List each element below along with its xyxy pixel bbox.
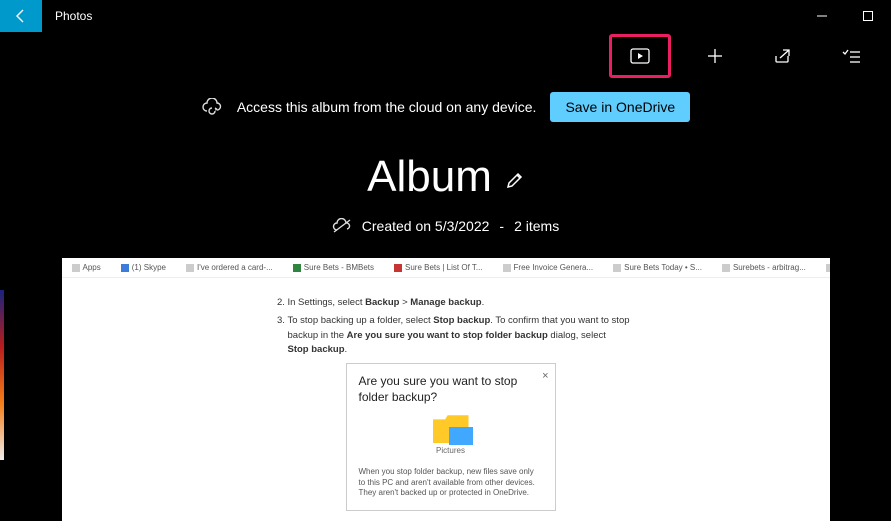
doc-content: In Settings, select Backup > Manage back… (62, 278, 830, 521)
slideshow-button[interactable] (609, 34, 671, 78)
album-title: Album (367, 152, 492, 202)
app-title: Photos (55, 9, 92, 23)
pictures-folder-icon (433, 415, 469, 443)
toolbar (0, 32, 891, 80)
bookmarks-bar: Apps (1) Skype I've ordered a card-... S… (62, 258, 830, 278)
window-controls (799, 0, 891, 32)
title-bar: Photos (0, 0, 891, 32)
share-icon (774, 48, 792, 64)
side-sliver (0, 290, 4, 460)
save-onedrive-button[interactable]: Save in OneDrive (550, 92, 690, 122)
plus-icon (707, 48, 723, 64)
minimize-button[interactable] (799, 0, 845, 32)
folder-label: Pictures (359, 445, 543, 457)
album-meta: Created on 5/3/2022 - 2 items (0, 218, 891, 234)
cloud-banner: Access this album from the cloud on any … (0, 92, 891, 122)
arrow-left-icon (13, 8, 29, 24)
maximize-icon (863, 11, 873, 21)
share-button[interactable] (759, 36, 807, 76)
minimize-icon (817, 11, 827, 21)
album-created: Created on 5/3/2022 (362, 218, 490, 234)
pencil-icon (506, 171, 524, 189)
cover-preview[interactable]: Apps (1) Skype I've ordered a card-... S… (62, 258, 830, 521)
checklist-icon (842, 49, 860, 63)
cloud-off-icon (332, 218, 352, 234)
add-button[interactable] (691, 36, 739, 76)
album-heading: Album (0, 152, 891, 202)
cloud-banner-text: Access this album from the cloud on any … (237, 99, 537, 115)
close-icon: × (542, 368, 548, 385)
dialog-title: Are you sure you want to stop folder bac… (359, 374, 543, 405)
separator: - (499, 218, 504, 234)
play-rect-icon (630, 48, 650, 64)
edit-title-button[interactable] (506, 161, 524, 194)
dialog-body: When you stop folder backup, new files s… (359, 467, 543, 498)
maximize-button[interactable] (845, 0, 891, 32)
album-item-count: 2 items (514, 218, 559, 234)
select-button[interactable] (827, 36, 875, 76)
stop-backup-dialog: × Are you sure you want to stop folder b… (346, 363, 556, 511)
back-button[interactable] (0, 0, 42, 32)
cloud-sync-icon (201, 98, 223, 116)
